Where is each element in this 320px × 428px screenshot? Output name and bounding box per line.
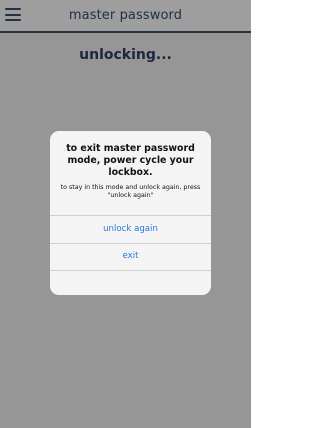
exit-master-password-dialog: to exit master password mode, power cycl… (50, 131, 211, 295)
dialog-divider (50, 215, 211, 216)
dialog-message: to stay in this mode and unlock again, p… (60, 184, 201, 199)
unlock-again-button[interactable]: unlock again (50, 217, 211, 242)
app-screen: master password unlocking... to exit mas… (0, 0, 251, 428)
dialog-title: to exit master password mode, power cycl… (66, 143, 195, 178)
dialog-divider (50, 270, 211, 271)
exit-button[interactable]: exit (50, 244, 211, 269)
